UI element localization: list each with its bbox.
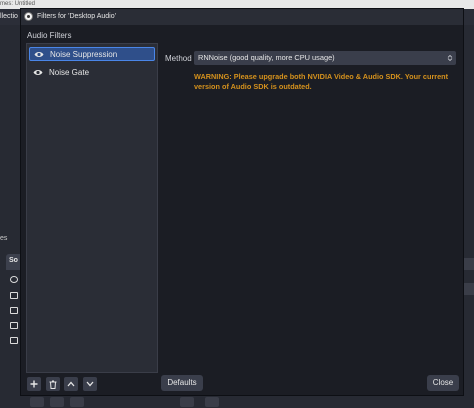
eye-icon[interactable] (33, 47, 44, 61)
sdk-warning-text: WARNING: Please upgrade both NVIDIA Vide… (194, 72, 449, 91)
background-sources-tab[interactable]: So (6, 254, 20, 270)
display-source-icon (10, 322, 18, 329)
dialog-title: Filters for 'Desktop Audio' (37, 13, 116, 20)
background-right-control (464, 283, 474, 295)
filter-settings-pane: Method RNNoise (good quality, more CPU u… (159, 43, 461, 373)
defaults-button[interactable]: Defaults (161, 375, 203, 391)
audio-filters-label: Audio Filters (27, 31, 72, 40)
chevron-up-icon (67, 381, 75, 387)
method-label: Method (165, 54, 192, 63)
eye-icon[interactable] (32, 65, 43, 79)
window-source-icon (10, 337, 18, 344)
background-right-control (464, 258, 474, 270)
updown-arrows-icon (447, 55, 453, 61)
close-button[interactable]: Close (427, 375, 459, 391)
background-left-panel (0, 25, 20, 408)
trash-icon (49, 380, 57, 389)
background-collection-label: llectio (0, 13, 18, 20)
obs-app-icon (24, 12, 33, 21)
filters-dialog: Filters for 'Desktop Audio' Audio Filter… (20, 8, 464, 396)
filter-item-label: Noise Suppression (50, 49, 118, 59)
camera-source-icon (10, 307, 18, 314)
background-right-panel (464, 25, 474, 408)
background-bottom-button[interactable] (180, 397, 194, 407)
chevron-down-icon (86, 381, 94, 387)
background-bottom-button[interactable] (50, 397, 64, 407)
filter-item-noise-gate[interactable]: Noise Gate (29, 65, 155, 79)
filter-list[interactable]: Noise Suppression Noise Gate (26, 43, 158, 373)
background-bottom-button[interactable] (70, 397, 84, 407)
filter-item-noise-suppression[interactable]: Noise Suppression (29, 47, 155, 61)
window-source-icon (10, 292, 18, 299)
method-select[interactable]: RNNoise (good quality, more CPU usage) (194, 51, 456, 65)
add-filter-button[interactable] (27, 377, 41, 391)
plus-icon (30, 380, 38, 388)
background-bottom-button[interactable] (30, 397, 44, 407)
move-up-button[interactable] (64, 377, 78, 391)
background-sources-tab-label: So (9, 257, 18, 264)
remove-filter-button[interactable] (46, 377, 60, 391)
browser-source-icon (10, 276, 18, 283)
method-select-value: RNNoise (good quality, more CPU usage) (198, 53, 335, 62)
filter-item-label: Noise Gate (49, 67, 90, 77)
background-bottom-button[interactable] (205, 397, 219, 407)
move-down-button[interactable] (83, 377, 97, 391)
background-side-label: es (0, 235, 8, 242)
dialog-titlebar[interactable]: Filters for 'Desktop Audio' (21, 9, 463, 25)
